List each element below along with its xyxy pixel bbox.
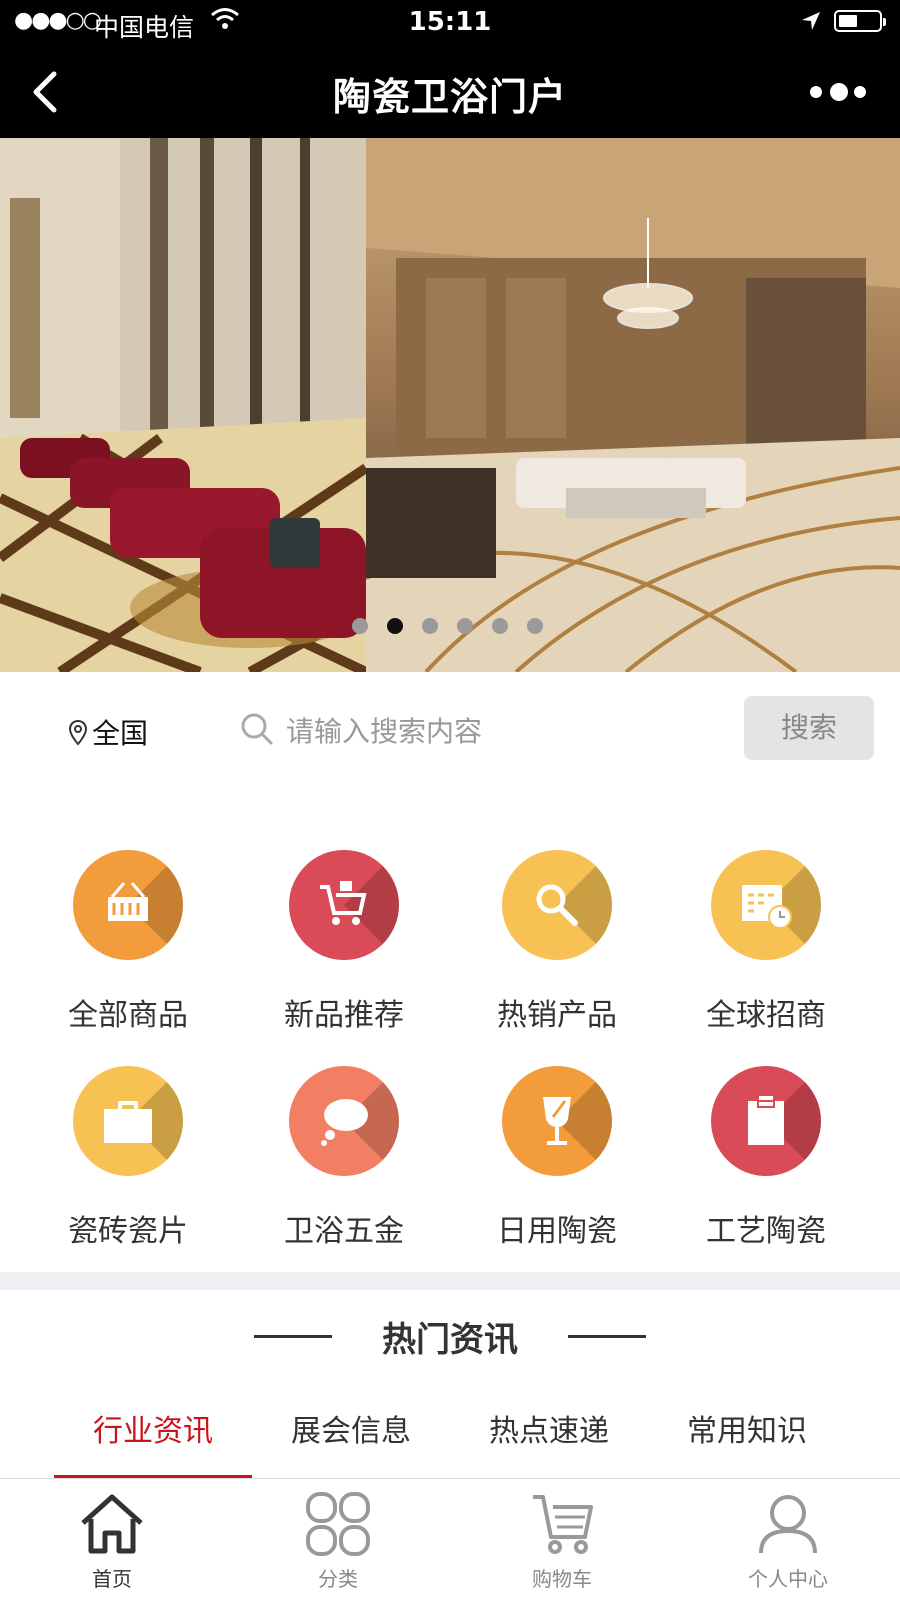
category-label: 工艺陶瓷 [706,1214,826,1249]
nav-bar: 陶瓷卫浴门户 [0,46,900,138]
pager-dot-active[interactable] [387,618,403,634]
region-label: 全国 [92,717,149,750]
news-tabs: 行业资讯 展会信息 热点速递 常用知识 [0,1380,900,1478]
more-menu-icon[interactable] [808,76,868,108]
bottom-tab-bar: 首页 分类 购物车 个人中心 [0,1478,900,1601]
tab-label: 分类 [318,1567,358,1591]
tab-common-knowledge[interactable]: 常用知识 [648,1406,846,1450]
map-pin-icon [68,719,88,746]
briefcase-icon [73,1066,183,1176]
calendar-clock-icon [711,850,821,960]
category-all-products[interactable]: 全部商品 [38,850,218,1034]
title-decoration-line [568,1335,646,1338]
speech-bubble-icon [289,1066,399,1176]
category-label: 卫浴五金 [284,1214,404,1249]
category-label: 全球招商 [706,998,826,1033]
category-craft-ceramics[interactable]: 工艺陶瓷 [676,1066,856,1250]
tab-category[interactable]: 分类 [278,1491,398,1592]
search-input[interactable] [284,708,728,754]
category-global-investment[interactable]: 全球招商 [676,850,856,1034]
region-selector[interactable]: 全国 [68,712,148,752]
section-title: 热门资讯 [382,1320,518,1360]
banner-carousel[interactable] [0,138,900,672]
category-bath-hardware[interactable]: 卫浴五金 [254,1066,434,1250]
page-title: 陶瓷卫浴门户 [332,75,567,119]
clock: 15:11 [408,7,492,37]
carousel-pager[interactable] [352,618,562,638]
tab-profile[interactable]: 个人中心 [728,1491,848,1592]
tab-cart[interactable]: 购物车 [502,1491,622,1592]
magnifier-icon [502,850,612,960]
banner-image-lounge [0,138,366,672]
pager-dot[interactable] [457,618,473,634]
tab-hot-express[interactable]: 热点速递 [450,1406,648,1450]
category-label: 瓷砖瓷片 [68,1214,188,1249]
tab-industry-news[interactable]: 行业资讯 [54,1406,252,1450]
category-hot-products[interactable]: 热销产品 [467,850,647,1034]
tab-label: 首页 [92,1567,132,1591]
category-label: 日用陶瓷 [497,1214,617,1249]
category-label: 新品推荐 [284,998,404,1033]
user-icon [759,1495,817,1554]
banner-image-lobby [366,138,900,672]
clipboard-icon [711,1066,821,1176]
section-divider [0,1272,900,1290]
battery-icon [834,10,886,32]
category-grid-icon [306,1492,370,1556]
category-label: 热销产品 [497,998,617,1033]
search-bar: 全国 搜索 [0,672,900,784]
status-bar: ●●●○○ 中国电信 15:11 [0,0,900,46]
category-daily-ceramics[interactable]: 日用陶瓷 [467,1066,647,1250]
glass-icon [502,1066,612,1176]
search-button[interactable]: 搜索 [744,696,874,760]
category-tiles[interactable]: 瓷砖瓷片 [38,1066,218,1250]
category-new-products[interactable]: 新品推荐 [254,850,434,1034]
home-icon [81,1494,143,1554]
tab-label: 个人中心 [748,1567,828,1591]
pager-dot[interactable] [492,618,508,634]
cart-icon [289,850,399,960]
shopping-cart-icon [533,1495,593,1554]
category-label: 全部商品 [68,998,188,1033]
pager-dot[interactable] [352,618,368,634]
tab-exhibition-info[interactable]: 展会信息 [252,1406,450,1450]
tab-home[interactable]: 首页 [52,1491,172,1592]
basket-icon [73,850,183,960]
location-arrow-icon [802,12,820,30]
pager-dot[interactable] [527,618,543,634]
pager-dot[interactable] [422,618,438,634]
tab-label: 购物车 [532,1567,592,1591]
category-grid: 全部商品 新品推荐 热销产品 全球招商 瓷砖瓷片 卫浴五金 日用陶瓷 工艺陶瓷 [0,784,900,1272]
search-icon [241,713,273,745]
